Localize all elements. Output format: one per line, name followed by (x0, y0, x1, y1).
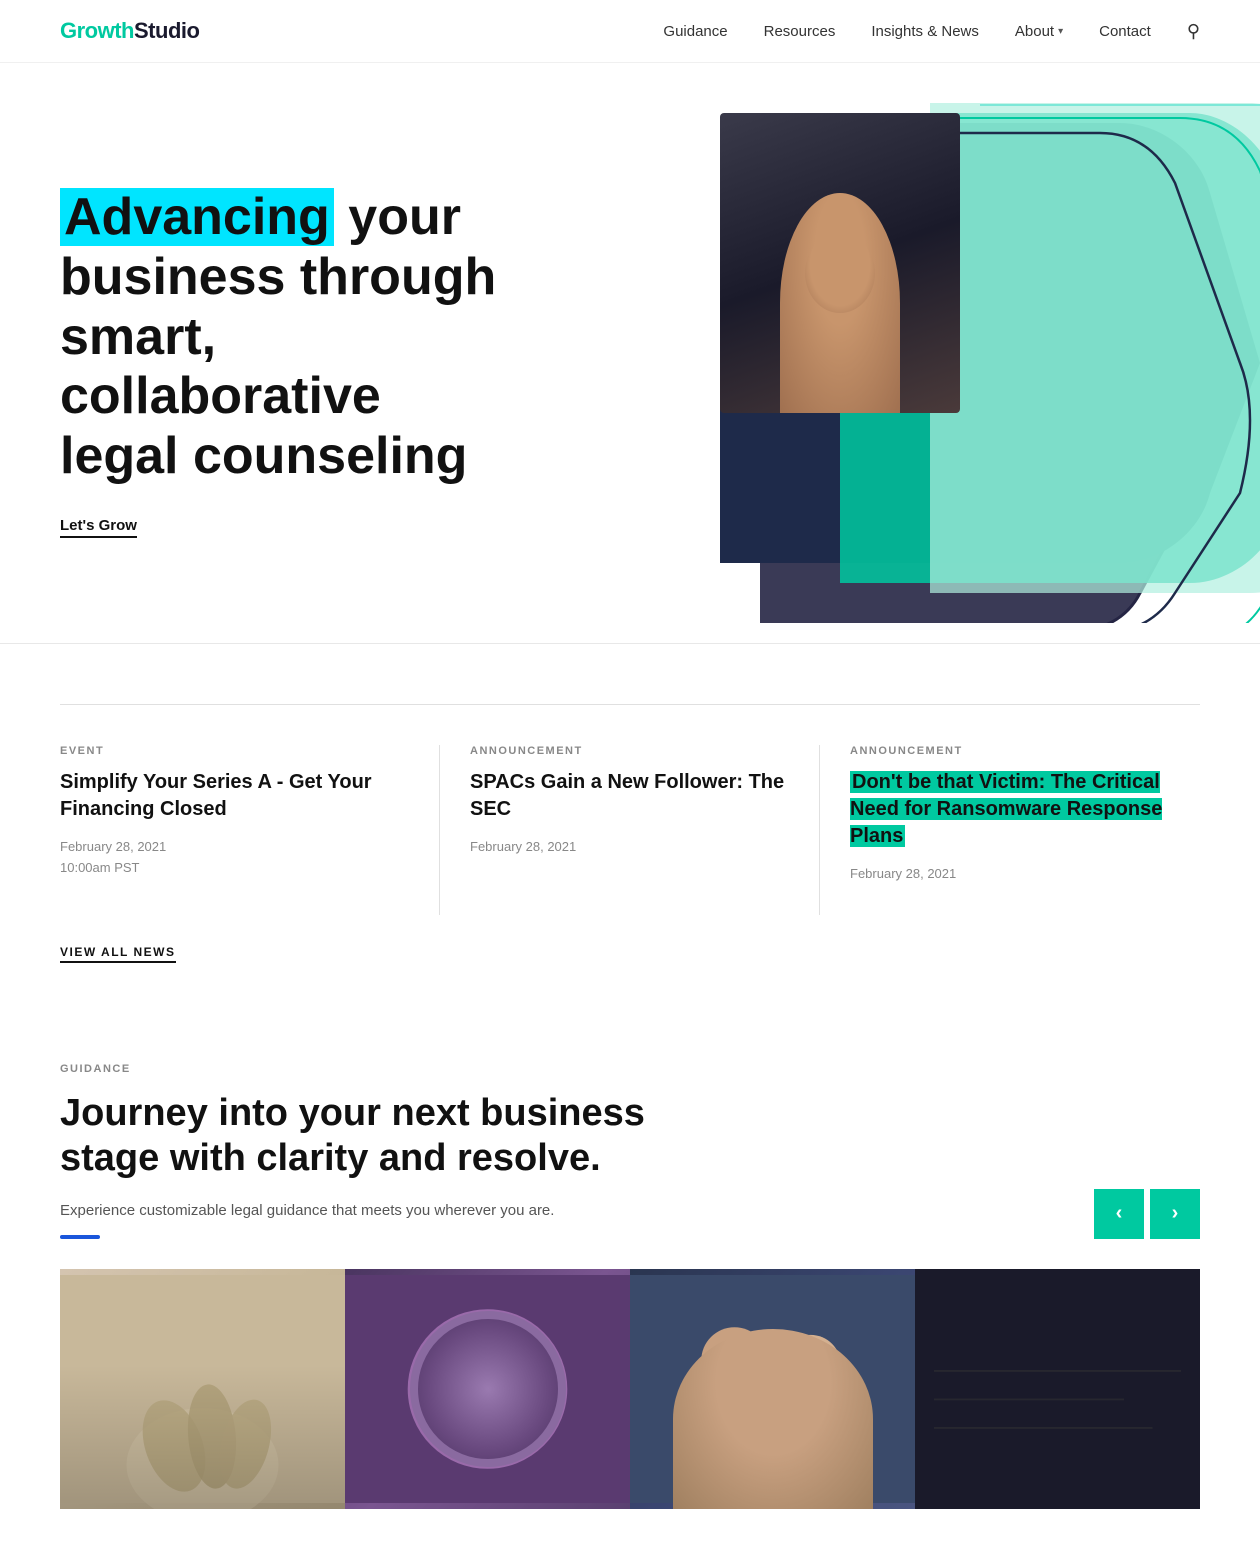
guidance-card-3[interactable] (630, 1269, 915, 1509)
news-title[interactable]: SPACs Gain a New Follower: The SEC (470, 769, 789, 823)
guidance-header: GUIDANCE Journey into your next business… (60, 1063, 1200, 1239)
news-item: ANNOUNCEMENT SPACs Gain a New Follower: … (440, 745, 820, 915)
nav-resources[interactable]: Resources (764, 23, 836, 40)
guidance-title: Journey into your next business stage wi… (60, 1091, 660, 1182)
carousel-prev-button[interactable]: ‹ (1094, 1189, 1144, 1239)
news-tag: ANNOUNCEMENT (850, 745, 1200, 757)
news-divider (60, 704, 1200, 705)
card-3-image (630, 1269, 915, 1509)
chevron-down-icon: ▾ (1058, 26, 1063, 37)
guidance-text: GUIDANCE Journey into your next business… (60, 1063, 660, 1239)
news-title[interactable]: Don't be that Victim: The Critical Need … (850, 769, 1200, 850)
nav-contact[interactable]: Contact (1099, 23, 1151, 40)
news-item: ANNOUNCEMENT Don't be that Victim: The C… (820, 745, 1200, 915)
news-item: EVENT Simplify Your Series A - Get Your … (60, 745, 440, 915)
news-date: February 28, 2021 (470, 837, 789, 858)
main-nav: Guidance Resources Insights & News About… (663, 21, 1200, 42)
site-header: GrowthStudio Guidance Resources Insights… (0, 0, 1260, 63)
hero-headline-highlight: Advancing (60, 188, 334, 246)
news-grid: EVENT Simplify Your Series A - Get Your … (60, 745, 1200, 915)
guidance-tag: GUIDANCE (60, 1063, 660, 1075)
logo-part1: Growth (60, 18, 134, 43)
news-tag: ANNOUNCEMENT (470, 745, 789, 757)
view-all-news-link[interactable]: VIEW ALL NEWS (60, 945, 176, 963)
hero-section: Advancing your business through smart, c… (0, 63, 1260, 643)
guidance-card-4[interactable] (915, 1269, 1200, 1509)
news-date: February 28, 2021 10:00am PST (60, 837, 409, 879)
card-1-image (60, 1269, 345, 1509)
carousel-next-button[interactable]: › (1150, 1189, 1200, 1239)
search-icon[interactable]: ⚲ (1187, 21, 1200, 42)
nav-about[interactable]: About ▾ (1015, 23, 1063, 40)
card-2-image: $ (345, 1269, 630, 1509)
news-date: February 28, 2021 (850, 864, 1200, 885)
guidance-section: GUIDANCE Journey into your next business… (0, 1003, 1260, 1549)
logo[interactable]: GrowthStudio (60, 18, 199, 44)
hero-visual (540, 63, 1260, 643)
hero-text: Advancing your business through smart, c… (60, 188, 500, 538)
carousel-controls: ‹ › (1094, 1189, 1200, 1239)
guidance-description: Experience customizable legal guidance t… (60, 1202, 660, 1219)
logo-part2: Studio (134, 18, 199, 43)
svg-text:$: $ (477, 1365, 498, 1407)
guidance-card-1[interactable] (60, 1269, 345, 1509)
hero-cta-button[interactable]: Let's Grow (60, 517, 137, 538)
guidance-card-2[interactable]: $ (345, 1269, 630, 1509)
news-title[interactable]: Simplify Your Series A - Get Your Financ… (60, 769, 409, 823)
news-title-highlight: Don't be that Victim: The Critical Need … (850, 771, 1162, 847)
hero-portrait (720, 113, 960, 413)
news-section: EVENT Simplify Your Series A - Get Your … (0, 643, 1260, 1003)
news-tag: EVENT (60, 745, 409, 757)
card-4-image (915, 1269, 1200, 1509)
hero-headline: Advancing your business through smart, c… (60, 188, 500, 487)
nav-insights[interactable]: Insights & News (871, 23, 979, 40)
guidance-card-grid: $ (60, 1269, 1200, 1509)
nav-guidance[interactable]: Guidance (663, 23, 727, 40)
guidance-accent-bar (60, 1235, 100, 1239)
